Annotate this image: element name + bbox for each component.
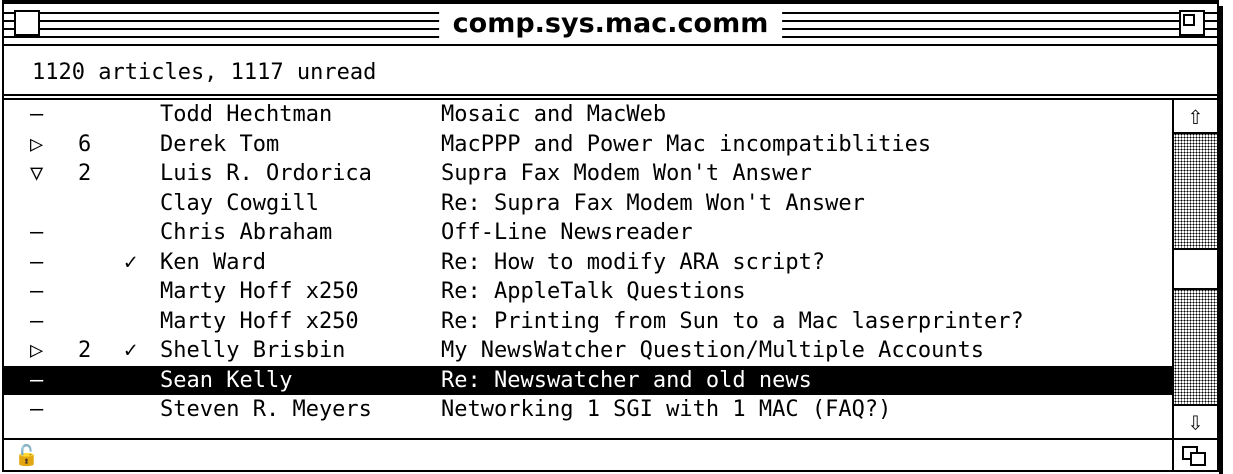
article-subject: Off-Line Newsreader	[441, 220, 693, 245]
lock-icon[interactable]: 🔓	[14, 444, 39, 466]
article-row[interactable]: ▽ 2 Luis R. Ordorica Supra Fax Modem Won't …	[4, 159, 1172, 189]
thread-marker-icon: –	[30, 102, 44, 127]
zoom-box-icon[interactable]	[1179, 10, 1205, 36]
article-row[interactable]: ▷ 6 Derek Tom MacPPP and Power Mac incompat…	[4, 130, 1172, 160]
read-check-icon: ✓	[124, 338, 138, 363]
article-row[interactable]: Clay Cowgill Re: Supra Fax Modem Won't An…	[4, 189, 1172, 219]
article-author: Ken Ward	[160, 249, 266, 275]
article-author: Luis R. Ordorica	[160, 161, 372, 186]
thread-marker-icon: –	[30, 367, 44, 393]
article-row[interactable]: – Marty Hoff x250 Re: AppleTalk Questions	[4, 277, 1172, 307]
article-row[interactable]: – Todd Hechtman Mosaic and MacWeb	[4, 100, 1172, 130]
window-title: comp.sys.mac.comm	[438, 6, 783, 42]
thread-count: 2	[78, 161, 92, 186]
title-bar[interactable]: comp.sys.mac.comm	[4, 2, 1217, 46]
article-subject: My NewsWatcher Question/Multiple Account…	[441, 338, 985, 363]
article-row[interactable]: – Sean Kelly Re: Newswatcher and old news	[4, 365, 1172, 395]
article-subject: Supra Fax Modem Won't Answer	[441, 161, 812, 186]
article-author: Clay Cowgill	[160, 190, 319, 216]
article-author: Sean Kelly	[160, 367, 293, 393]
article-count-label: 1120 articles, 1117 unread	[32, 60, 377, 85]
read-check-icon: ✓	[124, 249, 138, 275]
window-shadow	[1219, 6, 1223, 474]
article-author: Derek Tom	[160, 131, 280, 157]
article-author: Marty Hoff x250	[160, 279, 359, 304]
article-subject: Re: Printing from Sun to a Mac laserprin…	[441, 308, 1024, 334]
thread-marker-icon: –	[30, 308, 44, 334]
thread-marker-icon[interactable]: ▷	[30, 336, 43, 366]
scroll-thumb[interactable]	[1174, 248, 1217, 290]
article-row[interactable]: – Marty Hoff x250 Re: Printing from Sun to…	[4, 307, 1172, 337]
article-subject: Re: Supra Fax Modem Won't Answer	[441, 190, 865, 216]
scroll-up-arrow-icon[interactable]: ⇧	[1174, 100, 1217, 134]
article-subject: MacPPP and Power Mac incompatiblities	[441, 131, 932, 157]
thread-marker-icon: –	[30, 249, 44, 275]
article-summary-bar: 1120 articles, 1117 unread	[4, 46, 1217, 96]
thread-marker-icon: –	[30, 220, 44, 245]
article-row[interactable]: – Steven R. Meyers Networking 1 SGI with 1…	[4, 395, 1172, 425]
article-author: Chris Abraham	[160, 220, 333, 245]
article-subject: Mosaic and MacWeb	[441, 102, 667, 127]
article-author: Steven R. Meyers	[160, 397, 372, 422]
article-author: Shelly Brisbin	[160, 338, 346, 363]
scroll-down-arrow-icon[interactable]: ⇩	[1174, 404, 1217, 438]
newsgroup-window: comp.sys.mac.comm 1120 articles, 1117 un…	[2, 0, 1219, 472]
thread-marker-icon[interactable]: ▷	[30, 130, 43, 160]
vertical-scrollbar[interactable]: ⇧ ⇩	[1172, 100, 1217, 438]
article-row[interactable]: ▷ 2 ✓ Shelly Brisbin My NewsWatcher Question…	[4, 336, 1172, 366]
article-subject: Re: Newswatcher and old news	[441, 367, 812, 393]
thread-count: 2	[78, 338, 92, 363]
article-subject: Re: How to modify ARA script?	[441, 249, 826, 275]
article-row[interactable]: – ✓ Ken Ward Re: How to modify ARA script?	[4, 248, 1172, 278]
resize-grow-box-icon[interactable]	[1172, 440, 1217, 470]
article-list: – Todd Hechtman Mosaic and MacWeb ▷ 6 Derek T…	[4, 100, 1172, 438]
thread-count: 6	[78, 131, 92, 157]
thread-marker-icon[interactable]: ▽	[30, 159, 43, 189]
article-author: Marty Hoff x250	[160, 308, 359, 334]
thread-marker-icon: –	[30, 397, 44, 422]
article-subject: Re: AppleTalk Questions	[441, 279, 746, 304]
article-row[interactable]: – Chris Abraham Off-Line Newsreader	[4, 218, 1172, 248]
article-subject: Networking 1 SGI with 1 MAC (FAQ?)	[441, 397, 892, 422]
thread-marker-icon: –	[30, 279, 44, 304]
close-box-icon[interactable]	[14, 10, 40, 36]
article-author: Todd Hechtman	[160, 102, 333, 127]
bottom-bar: 🔓	[4, 438, 1217, 470]
